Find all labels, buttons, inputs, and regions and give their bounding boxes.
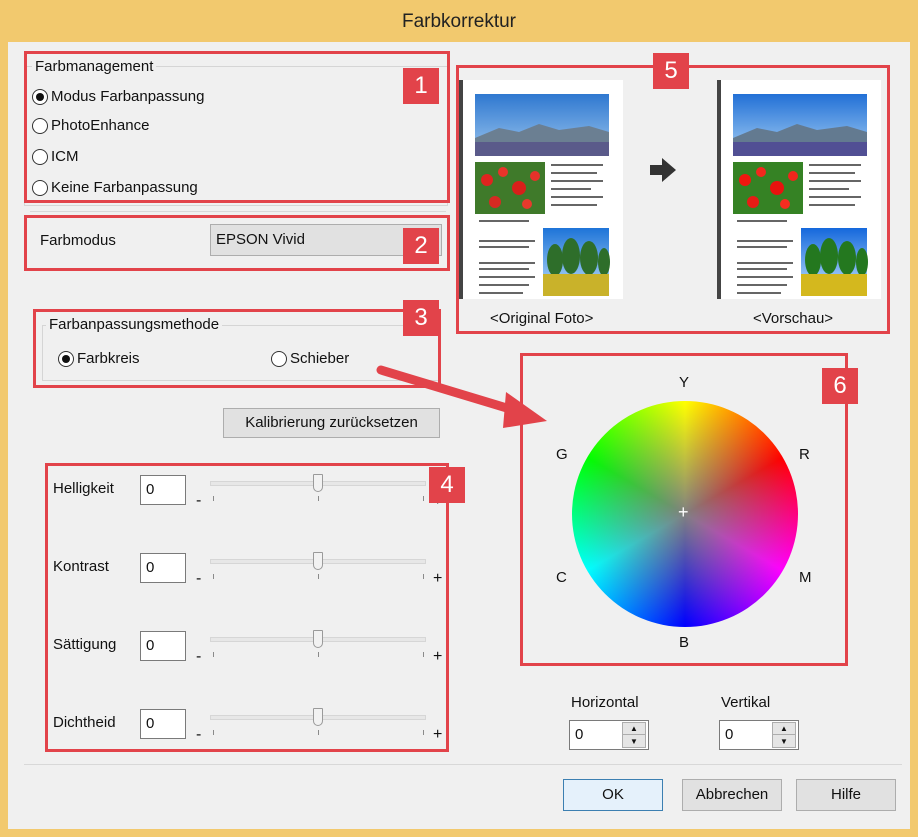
separator	[30, 211, 446, 212]
annotation-badge-4: 4	[429, 467, 465, 503]
spin-up-icon[interactable]: ▲	[773, 723, 795, 735]
horizontal-spinner[interactable]: ▲ ▼	[622, 722, 646, 748]
annotation-badge-2: 2	[403, 228, 439, 264]
spin-up-icon[interactable]: ▲	[623, 723, 645, 735]
vertical-spinner[interactable]: ▲ ▼	[772, 722, 796, 748]
annotation-badge-5: 5	[653, 53, 689, 89]
help-button[interactable]: Hilfe	[796, 779, 896, 811]
spin-down-icon[interactable]: ▼	[773, 735, 795, 747]
annotation-badge-6: 6	[822, 368, 858, 404]
annotation-box-4	[45, 463, 449, 752]
dialog-client-area: Farbmanagement Modus Farbanpassung Photo…	[8, 42, 910, 829]
annotation-box-6	[520, 353, 848, 666]
ok-button[interactable]: OK	[563, 779, 663, 811]
annotation-box-1	[24, 51, 450, 203]
annotation-box-2	[24, 215, 450, 271]
annotation-badge-3: 3	[403, 300, 439, 336]
annotation-arrow-icon	[376, 365, 547, 428]
horizontal-label: Horizontal	[571, 694, 639, 711]
separator	[24, 764, 902, 765]
annotation-box-5	[456, 65, 890, 334]
window-title: Farbkorrektur	[401, 11, 517, 32]
vertical-label: Vertikal	[721, 694, 771, 711]
dialog-window: Farbkorrektur Farbmanagement Modus Farba…	[0, 0, 918, 837]
annotation-badge-1: 1	[403, 68, 439, 104]
spin-down-icon[interactable]: ▼	[623, 735, 645, 747]
cancel-button[interactable]: Abbrechen	[682, 779, 782, 811]
